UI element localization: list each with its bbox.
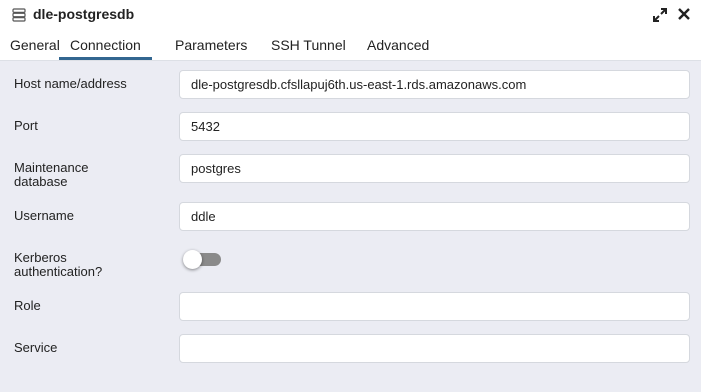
service-input[interactable] (179, 334, 690, 363)
maintenance-db-input[interactable]: postgres (179, 154, 690, 183)
tab-general[interactable]: General (10, 30, 60, 60)
username-label: Username (14, 208, 74, 223)
service-label: Service (14, 340, 58, 355)
port-input[interactable]: 5432 (179, 112, 690, 141)
maintenance-db-label: Maintenance database (14, 161, 88, 189)
tab-ssh-tunnel[interactable]: SSH Tunnel (271, 30, 346, 60)
role-label: Role (14, 298, 41, 313)
host-input[interactable]: dle-postgresdb.cfsllapuj6th.us-east-1.rd… (179, 70, 690, 99)
tab-advanced[interactable]: Advanced (367, 30, 429, 60)
tab-parameters[interactable]: Parameters (175, 30, 247, 60)
close-icon[interactable] (677, 7, 691, 21)
toggle-knob (183, 250, 202, 269)
server-database-icon (12, 8, 26, 22)
port-label: Port (14, 118, 38, 133)
kerberos-toggle[interactable] (183, 250, 221, 269)
kerberos-label: Kerberos authentication? (14, 251, 102, 279)
host-label: Host name/address (14, 76, 127, 91)
kerberos-label-line1: Kerberos (14, 250, 67, 265)
kerberos-label-line2: authentication? (14, 264, 103, 279)
maintenance-db-label-line1: Maintenance (14, 160, 89, 175)
dialog-titlebar: dle-postgresdb (0, 0, 701, 30)
expand-icon[interactable] (652, 7, 668, 23)
dialog-title: dle-postgresdb (33, 6, 135, 22)
maintenance-db-label-line2: database (14, 174, 68, 189)
tab-connection[interactable]: Connection (59, 30, 152, 60)
username-input[interactable]: ddle (179, 202, 690, 231)
tab-bar: General Connection Parameters SSH Tunnel… (0, 30, 701, 61)
role-input[interactable] (179, 292, 690, 321)
